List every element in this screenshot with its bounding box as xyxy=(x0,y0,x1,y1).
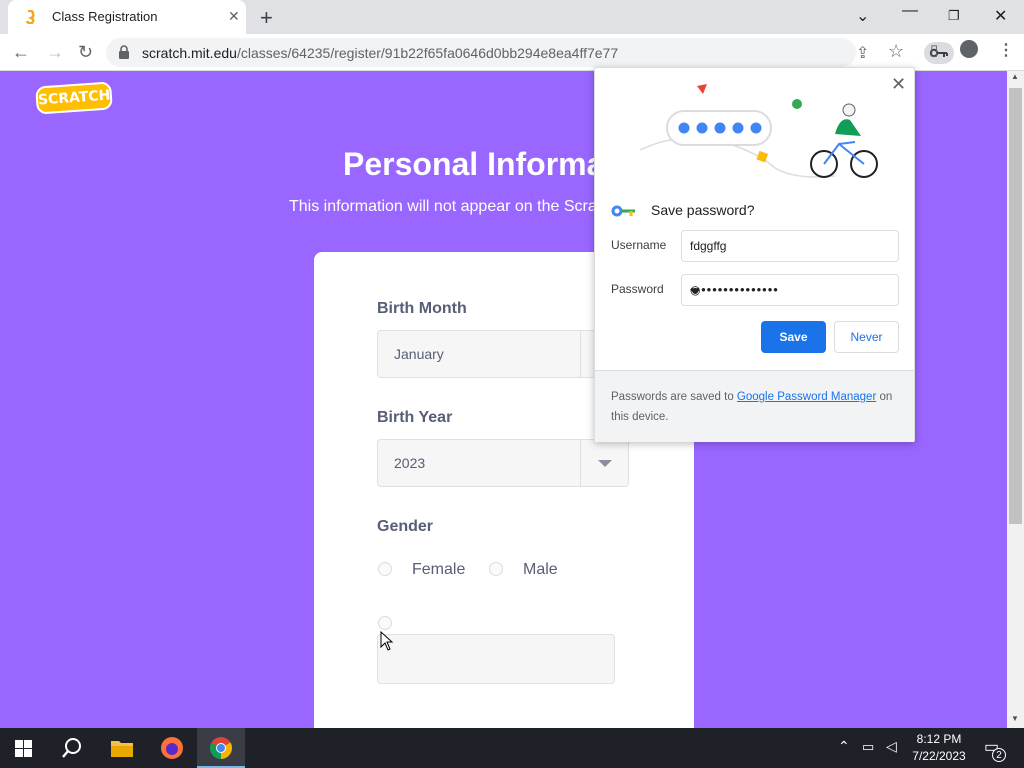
forward-icon[interactable]: → xyxy=(46,42,64,63)
tab-strip: Class Registration ✕ + ⌄ — ❐ ✕ xyxy=(0,0,1024,34)
windows-start-icon[interactable] xyxy=(15,740,32,757)
minimize-icon[interactable]: — xyxy=(902,2,918,20)
tab-class-registration[interactable]: Class Registration ✕ xyxy=(8,0,246,34)
tab-title: Class Registration xyxy=(52,9,158,24)
password-manager-link[interactable]: Google Password Manager xyxy=(737,391,876,403)
password-illustration-icon xyxy=(639,84,878,178)
gender-other-radio[interactable] xyxy=(378,616,392,630)
menu-kebab-icon[interactable]: ⋮ xyxy=(998,40,1014,60)
username-value: fdggffg xyxy=(690,239,727,253)
password-key-button[interactable] xyxy=(924,42,954,64)
chrome-icon xyxy=(210,737,232,759)
scratch-logo[interactable]: SCRATCH xyxy=(35,81,113,115)
network-icon[interactable]: ▭ xyxy=(862,739,874,755)
page-subtitle: This information will not appear on the … xyxy=(289,198,597,215)
window-close-icon[interactable]: ✕ xyxy=(994,6,1007,26)
tray-chevron-up-icon[interactable]: ⌃ xyxy=(838,738,850,755)
url-text: scratch.mit.edu/classes/64235/register/9… xyxy=(142,45,618,61)
page-title: Personal Informa xyxy=(343,146,605,182)
password-value: •••••••••••••••• xyxy=(690,282,779,297)
save-password-dialog: ✕ Save password? Username fdggffg Passwo… xyxy=(594,67,915,442)
dialog-footer: Passwords are saved to Google Password M… xyxy=(595,370,914,442)
windows-taskbar: ⌃ ▭ ◁ 8:12 PM 7/22/2023 ▭ 2 xyxy=(0,728,1024,768)
tab-close-icon[interactable]: ✕ xyxy=(228,8,240,25)
firefox-icon[interactable] xyxy=(160,736,184,760)
tab-search-icon[interactable]: ⌄ xyxy=(856,6,869,26)
profile-avatar-icon[interactable] xyxy=(960,40,978,58)
dialog-close-icon[interactable]: ✕ xyxy=(891,74,906,95)
scratch-favicon-icon xyxy=(25,10,35,24)
password-field[interactable]: •••••••••••••••• ◉ xyxy=(681,274,899,306)
birth-year-value: 2023 xyxy=(394,455,426,471)
bookmark-star-icon[interactable]: ☆ xyxy=(888,41,904,62)
gender-female-radio[interactable] xyxy=(378,562,392,576)
username-field[interactable]: fdggffg xyxy=(681,230,899,262)
scroll-up-icon[interactable]: ▲ xyxy=(1011,72,1019,81)
url-host: scratch.mit.edu xyxy=(142,45,237,61)
scroll-down-icon[interactable]: ▼ xyxy=(1011,714,1019,723)
password-label: Password xyxy=(611,282,664,296)
new-tab-icon[interactable]: + xyxy=(260,5,273,31)
restore-icon[interactable]: ❐ xyxy=(948,8,960,24)
gender-male-radio[interactable] xyxy=(489,562,503,576)
show-password-eye-icon[interactable]: ◉ xyxy=(690,283,700,297)
save-button[interactable]: Save xyxy=(761,321,826,353)
gender-female-label[interactable]: Female xyxy=(412,561,465,579)
volume-muted-icon[interactable]: ◁ xyxy=(886,738,897,755)
birth-month-select[interactable]: January xyxy=(377,330,629,378)
birth-month-value: January xyxy=(394,346,444,362)
chevron-down-icon xyxy=(580,440,630,486)
browser-toolbar: ← → ↻ scratch.mit.edu/classes/64235/regi… xyxy=(0,34,1024,71)
address-bar[interactable]: scratch.mit.edu/classes/64235/register/9… xyxy=(106,38,954,67)
share-icon[interactable]: ⇪ xyxy=(856,43,869,63)
search-icon[interactable] xyxy=(61,737,83,759)
scrollbar-thumb[interactable] xyxy=(1009,88,1022,524)
lock-icon xyxy=(119,45,129,59)
gender-other-input[interactable] xyxy=(377,634,615,684)
side-panel-icon[interactable]: ▯ xyxy=(930,41,938,59)
url-path: /classes/64235/register/91b22f65fa0646d0… xyxy=(236,45,619,61)
footer-prefix: Passwords are saved to xyxy=(611,391,737,403)
back-icon[interactable]: ← xyxy=(12,42,30,63)
clock-date: 7/22/2023 xyxy=(912,749,966,763)
clock-time: 8:12 PM xyxy=(916,732,962,746)
gender-label: Gender xyxy=(377,518,434,535)
notification-count-badge: 2 xyxy=(992,748,1006,762)
username-label: Username xyxy=(611,238,667,252)
birth-year-label: Birth Year xyxy=(377,409,453,426)
file-explorer-icon[interactable] xyxy=(110,738,134,758)
dialog-title: Save password? xyxy=(651,202,755,218)
never-button[interactable]: Never xyxy=(834,321,899,353)
gender-male-label[interactable]: Male xyxy=(523,561,558,579)
chrome-taskbar-button[interactable] xyxy=(197,728,245,768)
system-clock[interactable]: 8:12 PM 7/22/2023 xyxy=(904,731,974,765)
google-key-icon xyxy=(611,205,635,217)
mouse-cursor-icon xyxy=(380,631,394,651)
birth-month-label: Birth Month xyxy=(377,300,467,317)
birth-year-select[interactable]: 2023 xyxy=(377,439,629,487)
reload-icon[interactable]: ↻ xyxy=(78,42,93,63)
